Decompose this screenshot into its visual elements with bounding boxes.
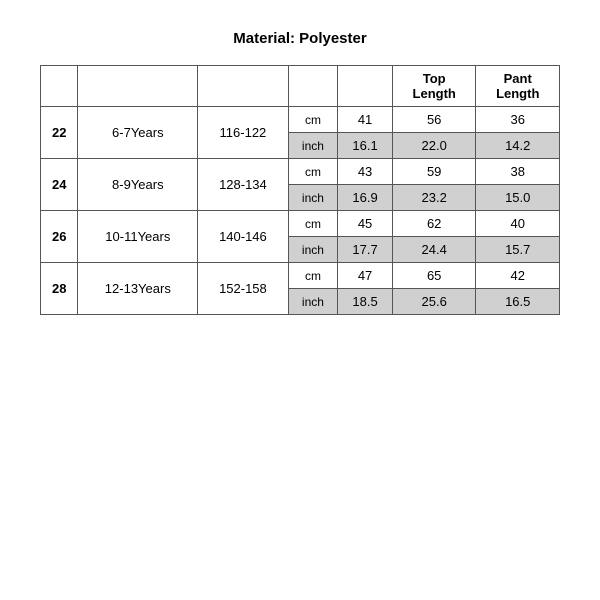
col-pant-length: PantLength	[476, 66, 560, 107]
top-length-inch-cell: 25.6	[392, 289, 476, 315]
bust-inch-cell: 18.5	[338, 289, 393, 315]
col-top-length: TopLength	[392, 66, 476, 107]
pant-length-inch-cell: 15.7	[476, 237, 560, 263]
unit-inch-cell: inch	[288, 185, 338, 211]
pant-length-inch-cell: 14.2	[476, 133, 560, 159]
age-advice-cell: 10-11Years	[78, 211, 198, 263]
bust-inch-cell: 16.1	[338, 133, 393, 159]
unit-inch-cell: inch	[288, 289, 338, 315]
table-row: 2610-11Years140-146cm456240	[41, 211, 560, 237]
col-eu-size	[198, 66, 289, 107]
table-header-row: TopLength PantLength	[41, 66, 560, 107]
unit-inch-cell: inch	[288, 237, 338, 263]
tag-size-cell: 26	[41, 211, 78, 263]
unit-cm-cell: cm	[288, 263, 338, 289]
eu-size-cell: 140-146	[198, 211, 289, 263]
pant-length-cm-cell: 40	[476, 211, 560, 237]
bust-cm-cell: 41	[338, 107, 393, 133]
top-length-cm-cell: 59	[392, 159, 476, 185]
col-bust	[338, 66, 393, 107]
unit-inch-cell: inch	[288, 133, 338, 159]
bust-inch-cell: 17.7	[338, 237, 393, 263]
pant-length-inch-cell: 15.0	[476, 185, 560, 211]
top-length-cm-cell: 65	[392, 263, 476, 289]
top-length-cm-cell: 56	[392, 107, 476, 133]
table-row: 226-7Years116-122cm415636	[41, 107, 560, 133]
unit-cm-cell: cm	[288, 159, 338, 185]
age-advice-cell: 12-13Years	[78, 263, 198, 315]
bust-inch-cell: 16.9	[338, 185, 393, 211]
tag-size-cell: 24	[41, 159, 78, 211]
unit-cm-cell: cm	[288, 107, 338, 133]
age-advice-cell: 8-9Years	[78, 159, 198, 211]
pant-length-cm-cell: 36	[476, 107, 560, 133]
pant-length-cm-cell: 42	[476, 263, 560, 289]
table-row: 248-9Years128-134cm435938	[41, 159, 560, 185]
eu-size-cell: 152-158	[198, 263, 289, 315]
bust-cm-cell: 45	[338, 211, 393, 237]
top-length-inch-cell: 22.0	[392, 133, 476, 159]
pant-length-cm-cell: 38	[476, 159, 560, 185]
pant-length-inch-cell: 16.5	[476, 289, 560, 315]
unit-cm-cell: cm	[288, 211, 338, 237]
col-unit	[288, 66, 338, 107]
top-length-inch-cell: 24.4	[392, 237, 476, 263]
table-row: 2812-13Years152-158cm476542	[41, 263, 560, 289]
bust-cm-cell: 43	[338, 159, 393, 185]
col-age-advice	[78, 66, 198, 107]
bust-cm-cell: 47	[338, 263, 393, 289]
top-length-cm-cell: 62	[392, 211, 476, 237]
eu-size-cell: 116-122	[198, 107, 289, 159]
size-table: TopLength PantLength 226-7Years116-122cm…	[40, 65, 560, 315]
age-advice-cell: 6-7Years	[78, 107, 198, 159]
top-length-inch-cell: 23.2	[392, 185, 476, 211]
tag-size-cell: 22	[41, 107, 78, 159]
tag-size-cell: 28	[41, 263, 78, 315]
eu-size-cell: 128-134	[198, 159, 289, 211]
page-title: Material: Polyester	[233, 30, 366, 47]
col-tag-size	[41, 66, 78, 107]
